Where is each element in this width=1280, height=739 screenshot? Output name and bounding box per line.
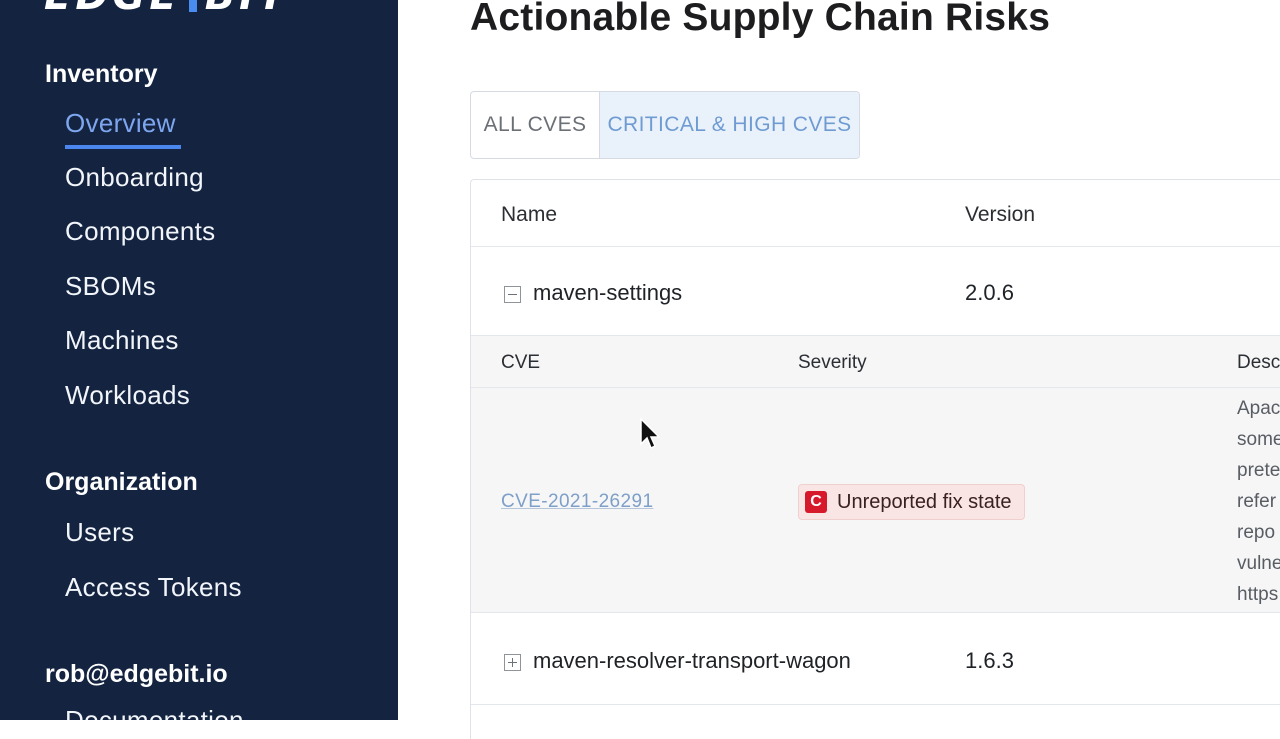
cve-subtable: CVE Severity Desc [471, 335, 1280, 613]
description-line: some [1237, 429, 1280, 450]
subtable-header-divider [471, 387, 1280, 388]
collapse-icon[interactable] [504, 286, 521, 303]
severity-label: Unreported fix state [837, 490, 1012, 513]
column-header-description: Desc [1237, 352, 1280, 373]
subtable-top-divider [471, 335, 1280, 336]
severity-badge: C Unreported fix state [798, 484, 1025, 520]
logo-text-right: BIT [205, 0, 290, 19]
sidebar: EDGE BIT Inventory Overview Onboarding Co… [0, 0, 398, 720]
critical-severity-icon: C [805, 491, 827, 513]
description-line: vulne [1237, 553, 1280, 574]
subtable-bottom-divider [471, 612, 1280, 613]
column-header-cve: CVE [501, 352, 541, 373]
column-header-name[interactable]: Name [501, 203, 557, 227]
sidebar-item-onboarding[interactable]: Onboarding [65, 162, 204, 193]
sidebar-item-documentation[interactable]: Documentation [65, 705, 244, 720]
column-header-severity: Severity [798, 352, 867, 373]
package-version: 1.6.3 [965, 648, 1014, 673]
edgebit-logo[interactable]: EDGE BIT [44, 0, 289, 16]
cve-filter-tabs: ALL CVES CRITICAL & HIGH CVES [470, 91, 860, 159]
logo-bar [188, 0, 197, 12]
sidebar-item-access-tokens[interactable]: Access Tokens [65, 572, 242, 603]
logo-text-left: EDGE [44, 0, 181, 19]
sidebar-item-sboms[interactable]: SBOMs [65, 271, 156, 302]
section-title-inventory: Inventory [45, 60, 158, 88]
sidebar-item-overview[interactable]: Overview [65, 108, 176, 139]
description-line: prete [1237, 460, 1280, 481]
mouse-cursor-icon [640, 418, 660, 450]
package-name: maven-resolver-transport-wagon [533, 648, 851, 673]
description-line: repo [1237, 522, 1276, 543]
description-line: refer [1237, 491, 1277, 512]
package-version: 2.0.6 [965, 280, 1014, 305]
sidebar-item-workloads[interactable]: Workloads [65, 380, 190, 411]
cve-link[interactable]: CVE-2021-26291 [501, 491, 653, 513]
column-header-version[interactable]: Version [965, 203, 1035, 227]
sidebar-item-components[interactable]: Components [65, 216, 215, 247]
account-email: rob@edgebit.io [45, 660, 228, 688]
active-nav-underline [65, 145, 181, 149]
section-title-organization: Organization [45, 468, 198, 496]
sidebar-item-machines[interactable]: Machines [65, 325, 179, 356]
row-divider [471, 704, 1280, 705]
expand-icon[interactable] [504, 654, 521, 671]
tab-critical-high-cves[interactable]: CRITICAL & HIGH CVES [600, 92, 859, 158]
page-title: Actionable Supply Chain Risks [470, 0, 1051, 39]
description-line: https [1237, 584, 1279, 605]
header-divider [471, 246, 1280, 247]
risks-table: Name Version maven-settings 2.0.6 CVE Se… [470, 179, 1280, 739]
sidebar-item-users[interactable]: Users [65, 517, 134, 548]
package-name: maven-settings [533, 280, 683, 305]
main-content: Actionable Supply Chain Risks ALL CVES C… [398, 0, 1280, 739]
description-line: Apac [1237, 398, 1280, 419]
tab-all-cves[interactable]: ALL CVES [471, 92, 600, 158]
